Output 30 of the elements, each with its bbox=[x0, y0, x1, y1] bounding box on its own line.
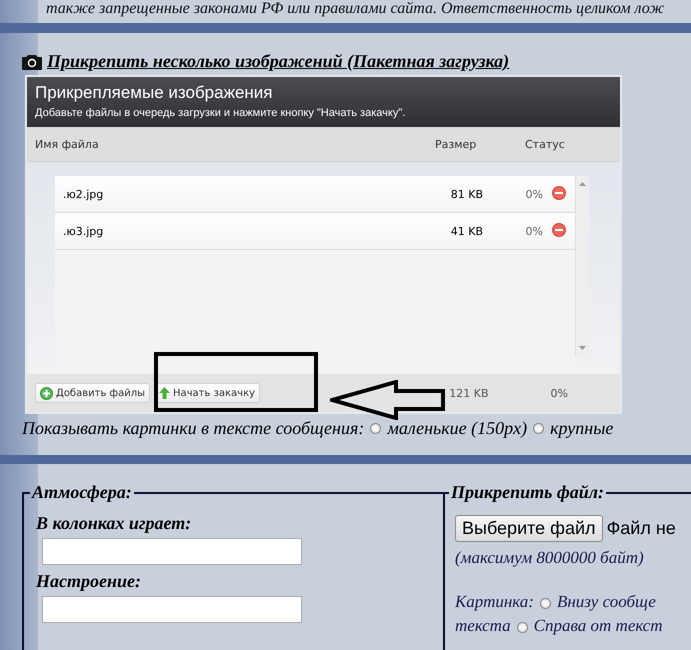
total-status: 0% bbox=[550, 386, 568, 400]
field-label: В колонках играет: bbox=[36, 513, 192, 534]
choose-file-button[interactable]: Выберите файл bbox=[455, 515, 603, 542]
file-status: 0% bbox=[524, 188, 543, 200]
file-status-text: Файл не bbox=[606, 518, 676, 539]
total-size: 121 KB bbox=[449, 386, 489, 400]
panel-subtitle: Добавьте файлы в очередь загрузки и нажмите кнопку "Начать закачку". bbox=[35, 107, 406, 119]
file-status: 0% bbox=[524, 224, 543, 238]
column-header: Размер bbox=[435, 138, 478, 150]
add-files-button[interactable]: Добавить файлы bbox=[35, 383, 150, 403]
file-size: 81 KB bbox=[450, 188, 483, 200]
group-legend: Атмосфера: bbox=[30, 482, 134, 503]
field-label: Настроение: bbox=[36, 571, 142, 592]
radio-label-continuation: текста bbox=[455, 616, 511, 635]
radio-label[interactable]: крупные bbox=[550, 418, 614, 439]
group-legend: Прикрепить файл: bbox=[449, 482, 606, 503]
picture-label: Картинка: bbox=[455, 592, 534, 611]
file-name: .ю3.jpg bbox=[63, 224, 104, 238]
radio-label[interactable]: маленькие (150px) bbox=[387, 418, 528, 439]
column-header: Статус bbox=[525, 138, 566, 150]
radio-label[interactable]: Внизу сообще bbox=[556, 592, 656, 611]
display-option-label: Показывать картинки в тексте сообщения: bbox=[22, 418, 364, 439]
file-name: .ю2.jpg bbox=[63, 188, 104, 200]
notice-text: также запрещенные законами РФ или правилами сайта. Ответственность целиком лож bbox=[46, 2, 664, 15]
size-limit-hint: (максимум 8000000 байт) bbox=[455, 548, 645, 568]
file-size: 41 KB bbox=[450, 224, 483, 238]
section-title-link[interactable]: Прикрепить несколько изображений (Пакетная загрузка) bbox=[47, 51, 510, 72]
column-header: Имя файла bbox=[35, 138, 100, 150]
radio-label[interactable]: Справа от текст bbox=[534, 616, 662, 635]
panel-title: Прикрепляемые изображения bbox=[35, 83, 274, 103]
